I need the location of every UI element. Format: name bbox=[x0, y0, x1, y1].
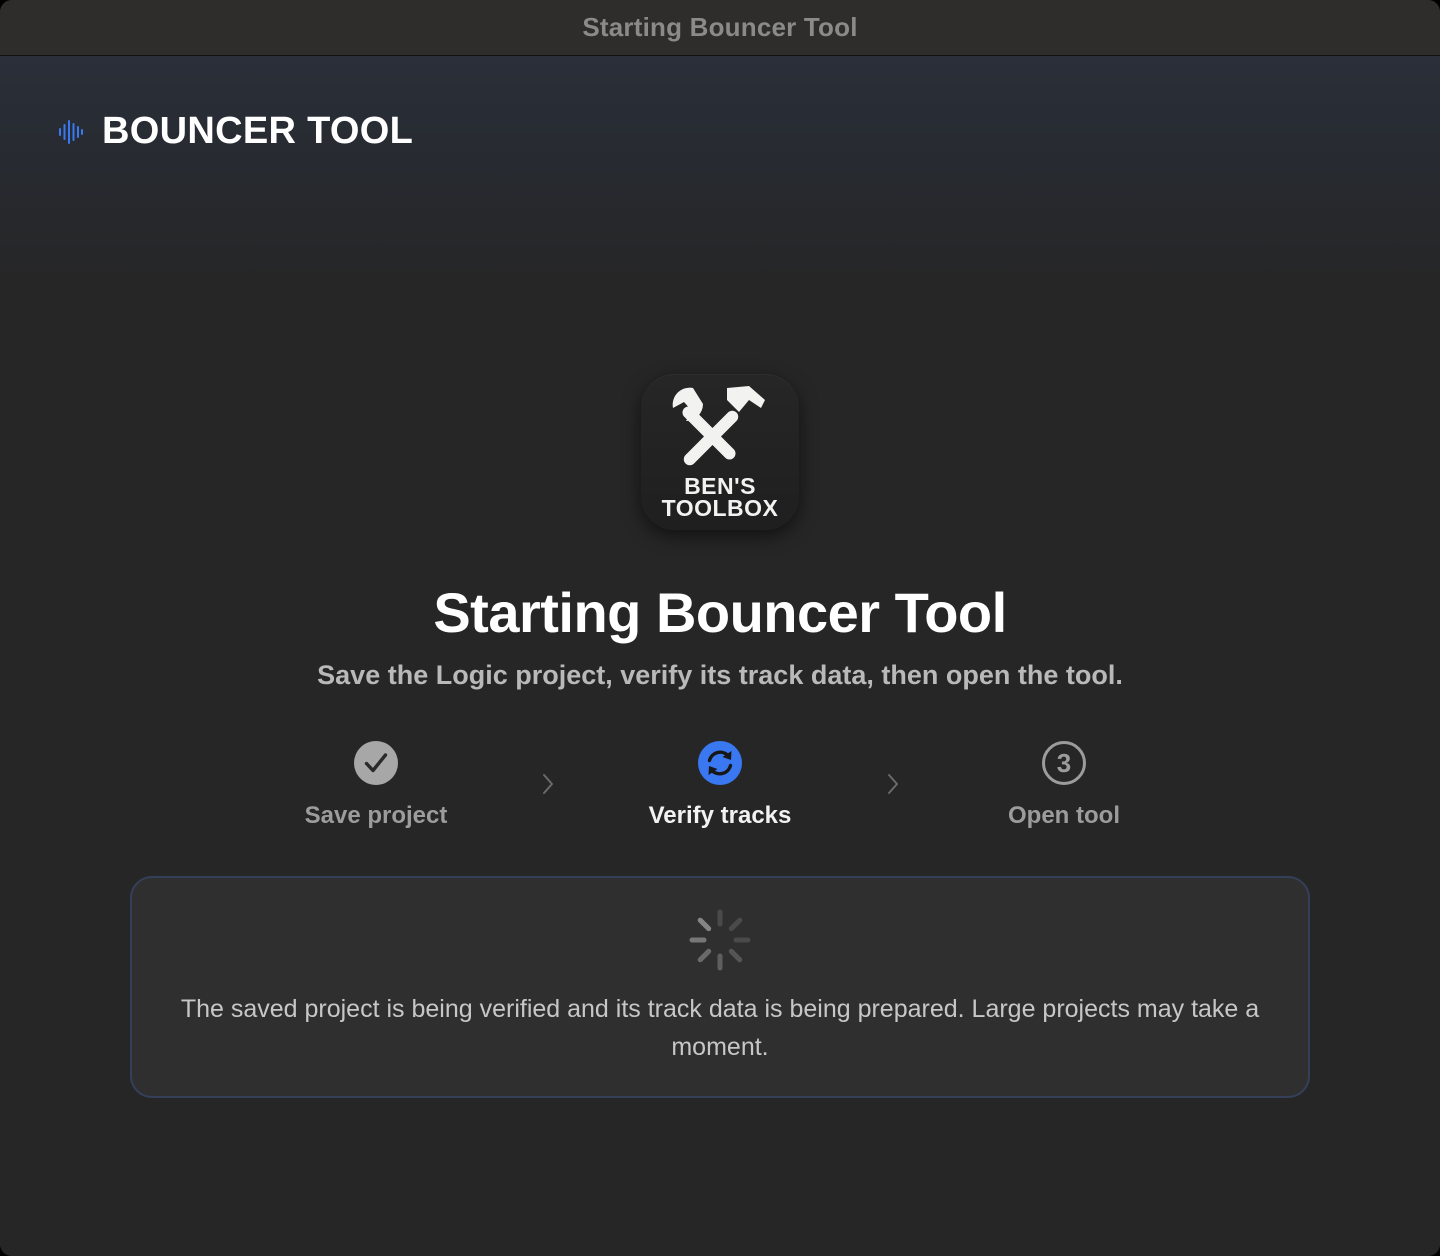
main-content: BOUNCER TOOL BEN'S TOOLBOX Starting Boun… bbox=[0, 56, 1440, 1256]
number-3-circle-icon: 3 bbox=[1042, 741, 1086, 785]
step-number: 3 bbox=[1057, 748, 1071, 778]
wrench-hammer-icon bbox=[672, 386, 765, 466]
window-title: Starting Bouncer Tool bbox=[582, 12, 858, 42]
app-icon-line-2: TOOLBOX bbox=[661, 495, 779, 521]
window-titlebar[interactable]: Starting Bouncer Tool bbox=[0, 0, 1440, 56]
brand-header: BOUNCER TOOL bbox=[58, 110, 413, 153]
step-label: Verify tracks bbox=[648, 802, 792, 829]
chevron-right-icon bbox=[543, 774, 553, 794]
brand-name: BOUNCER TOOL bbox=[102, 110, 414, 152]
page-title: Starting Bouncer Tool bbox=[433, 581, 1007, 644]
status-message: The saved project is being verified and … bbox=[180, 995, 1260, 1061]
checkmark-circle-icon bbox=[354, 741, 398, 785]
step-label: Open tool bbox=[1008, 802, 1120, 829]
page-subtitle: Save the Logic project, verify its track… bbox=[317, 660, 1123, 690]
step-open-tool: 3 Open tool bbox=[914, 740, 1214, 830]
step-save-project: Save project bbox=[226, 740, 526, 830]
waveform-icon bbox=[59, 119, 83, 144]
status-panel: The saved project is being verified and … bbox=[130, 876, 1310, 1098]
step-verify-tracks: Verify tracks bbox=[570, 740, 870, 830]
step-label: Save project bbox=[304, 802, 448, 829]
chevron-right-icon bbox=[888, 774, 898, 794]
app-window: Starting Bouncer Tool BOUNCER TOOL BEN'S… bbox=[0, 0, 1440, 1256]
spinner-icon bbox=[689, 909, 751, 971]
sync-circle-icon bbox=[698, 741, 742, 785]
app-icon: BEN'S TOOLBOX bbox=[641, 374, 799, 530]
